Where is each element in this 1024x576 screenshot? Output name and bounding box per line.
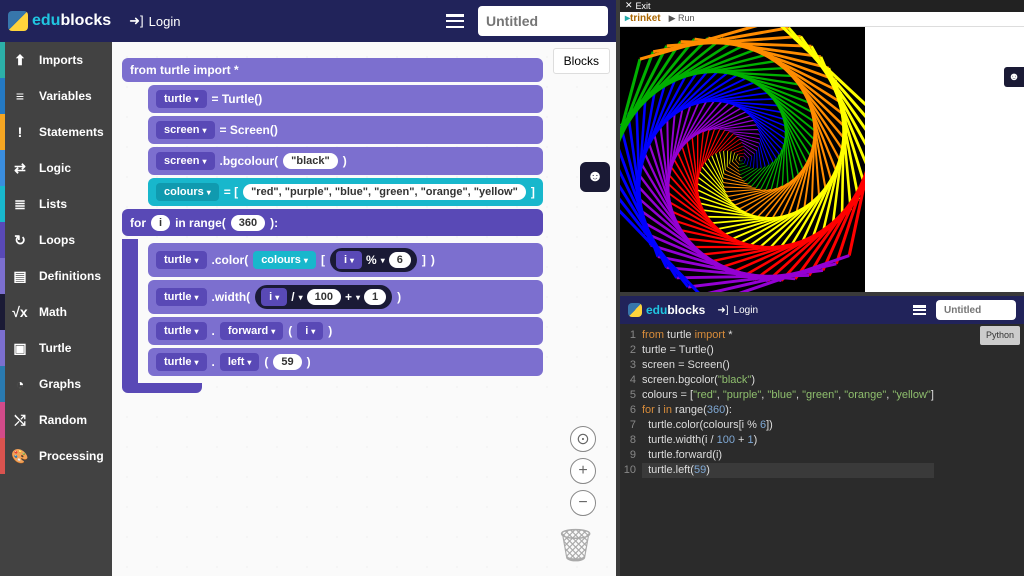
block-screen-assign[interactable]: screen▾ = Screen() — [148, 116, 543, 144]
block-import[interactable]: from turtle import * — [122, 58, 543, 82]
block-colours-list[interactable]: colours▾ = ["red", "purple", "blue", "gr… — [148, 178, 543, 206]
block-width[interactable]: turtle▾ .width( i▾ /▾ 100 +▾ 1 ) — [148, 280, 543, 314]
code-editor: edublocks ➜]Login Python 12345678910 fro… — [620, 296, 1024, 576]
trinket-toolbar: ▸trinket ▶ Run — [620, 12, 1024, 27]
project-title-input[interactable] — [478, 6, 608, 36]
blocks-canvas[interactable]: Blocks ☻ from turtle import * turtle▾ = … — [112, 42, 616, 576]
category-icon: ↻ — [11, 232, 29, 249]
trinket-header: ✕Exit — [620, 0, 1024, 12]
zoom-controls: ⊙ + − — [570, 426, 596, 516]
sidebar-item-math[interactable]: √x Math — [0, 294, 112, 330]
sidebar-item-label: Imports — [39, 53, 83, 67]
menu-icon[interactable] — [446, 14, 464, 28]
block-color[interactable]: turtle▾ .color( colours▾ [ i▾ %▾ 6 ]) — [148, 243, 543, 277]
block-bgcolor[interactable]: screen▾ .bgcolour( "black") — [148, 147, 543, 175]
exit-button[interactable]: Exit — [636, 1, 651, 11]
sidebar-item-graphs[interactable]: ◔ Graphs — [0, 366, 112, 402]
category-icon: ▣ — [11, 340, 29, 357]
feedback-icon[interactable]: ☻ — [1004, 67, 1024, 87]
sidebar-item-label: Statements — [39, 125, 104, 139]
turtle-output — [620, 27, 865, 292]
block-stack: from turtle import * turtle▾ = Turtle() … — [122, 58, 543, 393]
sidebar-item-label: Variables — [39, 89, 92, 103]
sidebar-item-label: Processing — [39, 449, 104, 463]
block-for[interactable]: for i in range( 360): — [122, 209, 543, 236]
trinket-sidebar: ☻ — [865, 27, 1024, 292]
trinket-panel: ✕Exit ▸trinket ▶ Run ☻ — [620, 0, 1024, 292]
category-icon: 🎨 — [11, 448, 29, 465]
sidebar-item-statements[interactable]: ! Statements — [0, 114, 112, 150]
category-icon: ≡ — [11, 88, 29, 104]
center-icon[interactable]: ⊙ — [570, 426, 596, 452]
sidebar-item-definitions[interactable]: ▤ Definitions — [0, 258, 112, 294]
sidebar-item-imports[interactable]: ⬆ Imports — [0, 42, 112, 78]
trinket-logo: ▸trinket — [625, 13, 661, 24]
topbar: edublocks ➜]Login — [620, 296, 1024, 324]
login-button[interactable]: ➜]Login — [717, 305, 758, 316]
run-button[interactable]: ▶ Run — [669, 13, 695, 24]
var-screen[interactable]: screen▾ — [156, 152, 215, 170]
login-button[interactable]: ➜]Login — [129, 13, 180, 29]
sidebar-item-label: Loops — [39, 233, 75, 247]
div-expr[interactable]: i▾ /▾ 100 +▾ 1 — [255, 285, 392, 309]
sidebar-item-turtle[interactable]: ▣ Turtle — [0, 330, 112, 366]
var-screen[interactable]: screen▾ — [156, 121, 215, 139]
block-forward[interactable]: turtle▾ . forward▾ ( i▾ ) — [148, 317, 543, 345]
login-icon: ➜] — [717, 305, 728, 316]
category-icon: ⇄ — [11, 160, 29, 177]
category-icon: ⬆ — [11, 52, 29, 69]
category-icon: ▤ — [11, 268, 29, 285]
sidebar-item-loops[interactable]: ↻ Loops — [0, 222, 112, 258]
project-title-input[interactable] — [936, 300, 1016, 320]
range-value[interactable]: 360 — [231, 215, 265, 231]
login-icon: ➜] — [129, 13, 144, 29]
feedback-icon[interactable]: ☻ — [580, 162, 610, 192]
sidebar-item-label: Lists — [39, 197, 67, 211]
var-turtle[interactable]: turtle▾ — [156, 90, 207, 108]
blocks-tab[interactable]: Blocks — [553, 48, 610, 74]
mod-expr[interactable]: i▾ %▾ 6 — [330, 248, 417, 272]
category-icon: √x — [11, 304, 29, 320]
sidebar-item-label: Definitions — [39, 269, 101, 283]
menu-icon[interactable] — [913, 305, 926, 315]
loop-var[interactable]: i — [151, 215, 170, 231]
sidebar-item-logic[interactable]: ⇄ Logic — [0, 150, 112, 186]
bgcolor-value[interactable]: "black" — [283, 153, 338, 169]
exit-icon[interactable]: ✕ — [625, 0, 633, 11]
sidebar-item-label: Math — [39, 305, 67, 319]
category-icon: ≣ — [11, 196, 29, 213]
sidebar-item-random[interactable]: ⤭ Random — [0, 402, 112, 438]
brand: edublocks — [646, 303, 705, 317]
var-colours[interactable]: colours▾ — [156, 183, 219, 201]
sidebar-item-processing[interactable]: 🎨 Processing — [0, 438, 112, 474]
sidebar-item-label: Graphs — [39, 377, 81, 391]
left-value[interactable]: 59 — [273, 354, 301, 370]
zoom-in-icon[interactable]: + — [570, 458, 596, 484]
topbar: edublocks ➜]Login — [0, 0, 616, 42]
block-turtle-assign[interactable]: turtle▾ = Turtle() — [148, 85, 543, 113]
category-sidebar: ⬆ Imports ≡ Variables! Statements ⇄ Logic ≣ List… — [0, 42, 112, 576]
code-area[interactable]: Python 12345678910 from turtle import *t… — [620, 324, 1024, 576]
sidebar-item-lists[interactable]: ≣ Lists — [0, 186, 112, 222]
python-tab[interactable]: Python — [980, 326, 1020, 345]
block-left[interactable]: turtle▾ . left▾ (59) — [148, 348, 543, 376]
category-icon: ⤭ — [11, 412, 29, 429]
brand: edublocks — [32, 12, 111, 30]
python-icon — [628, 303, 642, 317]
sidebar-item-label: Turtle — [39, 341, 71, 355]
python-icon — [8, 11, 28, 31]
sidebar-item-variables[interactable]: ≡ Variables — [0, 78, 112, 114]
category-icon: ! — [11, 124, 29, 140]
colours-values[interactable]: "red", "purple", "blue", "green", "orang… — [243, 184, 526, 200]
category-icon: ◔ — [11, 376, 29, 392]
sidebar-item-label: Logic — [39, 161, 71, 175]
zoom-out-icon[interactable]: − — [570, 490, 596, 516]
blocks-editor: edublocks ➜]Login ⬆ Imports ≡ Variables! Sta… — [0, 0, 616, 576]
trash-icon[interactable]: 🗑 — [555, 526, 596, 564]
sidebar-item-label: Random — [39, 413, 87, 427]
